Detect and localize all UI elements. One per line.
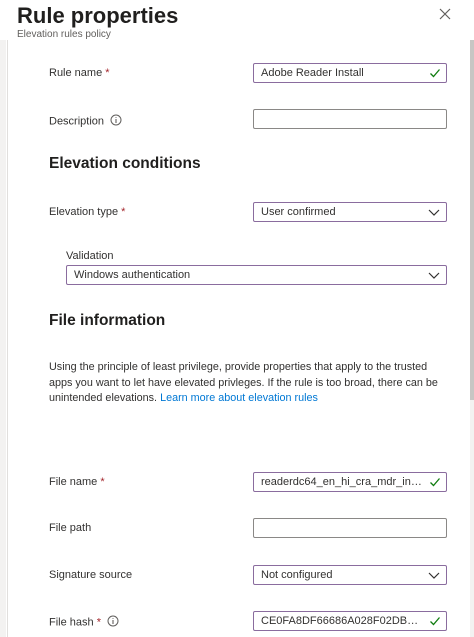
file-information-heading: File information: [49, 312, 166, 329]
page-title: Rule properties: [17, 3, 179, 28]
file-hash-label: File hash *: [49, 615, 119, 630]
rule-name-value: Adobe Reader Install: [261, 67, 364, 79]
info-icon[interactable]: [110, 114, 122, 129]
file-path-input[interactable]: [253, 518, 447, 538]
description-label: Description: [49, 114, 122, 129]
scrollbar-thumb[interactable]: [470, 40, 474, 400]
info-icon[interactable]: [107, 615, 119, 630]
file-name-value: readerdc64_en_hi_cra_mdr_install.e...: [261, 476, 422, 488]
elevation-type-label: Elevation type *: [49, 206, 126, 218]
signature-source-label: Signature source: [49, 569, 133, 581]
checkmark-icon: [430, 617, 440, 626]
file-name-input[interactable]: readerdc64_en_hi_cra_mdr_install.e...: [253, 472, 447, 492]
elevation-conditions-heading: Elevation conditions: [49, 155, 201, 172]
validation-value: Windows authentication: [74, 269, 191, 281]
learn-more-link[interactable]: Learn more about elevation rules: [160, 392, 318, 404]
file-name-label: File name *: [49, 476, 105, 488]
file-hash-input[interactable]: CE0FA8DF66686A028F02DBA185F...: [253, 611, 447, 631]
file-hash-value: CE0FA8DF66686A028F02DBA185F...: [261, 615, 422, 627]
file-information-description: Using the principle of least privilege, …: [49, 361, 438, 404]
elevation-type-value: User confirmed: [261, 206, 336, 218]
checkmark-icon: [430, 478, 440, 487]
chevron-down-icon: [428, 209, 440, 216]
signature-source-dropdown[interactable]: Not configured: [253, 565, 447, 585]
elevation-type-dropdown[interactable]: User confirmed: [253, 202, 447, 222]
chevron-down-icon: [428, 572, 440, 579]
file-path-label: File path: [49, 522, 92, 534]
close-icon: [439, 8, 451, 20]
close-button[interactable]: [436, 5, 454, 23]
panel-left-edge: [0, 40, 6, 637]
page-subtitle: Elevation rules policy: [17, 29, 111, 40]
rule-name-input[interactable]: Adobe Reader Install: [253, 63, 447, 83]
chevron-down-icon: [428, 272, 440, 279]
checkmark-icon: [430, 69, 440, 78]
required-mark: *: [105, 67, 110, 79]
validation-label: Validation: [66, 250, 114, 262]
description-input[interactable]: [253, 109, 447, 129]
rule-name-label: Rule name *: [49, 67, 110, 79]
signature-source-value: Not configured: [261, 569, 333, 581]
required-mark: *: [100, 476, 105, 488]
validation-dropdown[interactable]: Windows authentication: [66, 265, 447, 285]
required-mark: *: [121, 206, 126, 218]
panel-divider: [7, 40, 8, 637]
required-mark: *: [96, 616, 101, 629]
